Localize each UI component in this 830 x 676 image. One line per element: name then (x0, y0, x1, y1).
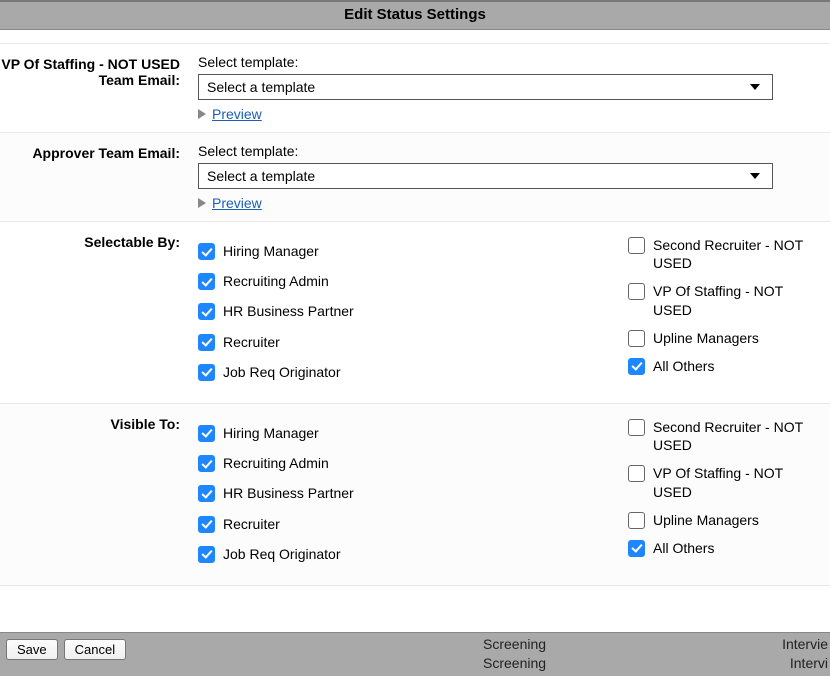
checkbox-label: Recruiting Admin (223, 454, 329, 472)
row-selectable-by: Selectable By: Hiring Manager Recruiting … (0, 222, 830, 404)
checkbox[interactable] (198, 455, 215, 472)
checkbox-label: Recruiter (223, 515, 280, 533)
template-select[interactable]: Select a template (198, 74, 773, 100)
visible-to-option: Job Req Originator (198, 545, 628, 563)
checkbox-label: Hiring Manager (223, 242, 319, 260)
spacer-row (0, 30, 830, 44)
checkbox-label: HR Business Partner (223, 484, 354, 502)
checkbox[interactable] (628, 283, 645, 300)
row-label: Visible To: (0, 414, 190, 575)
visible-to-option: Recruiting Admin (198, 454, 628, 472)
template-select-value: Select a template (207, 79, 315, 95)
selectable-by-option: HR Business Partner (198, 302, 628, 320)
selectable-by-option: Hiring Manager (198, 242, 628, 260)
save-button[interactable]: Save (6, 639, 58, 660)
checkbox[interactable] (198, 546, 215, 563)
selectable-by-option: Recruiter (198, 333, 628, 351)
checkbox[interactable] (628, 512, 645, 529)
checkbox[interactable] (628, 419, 645, 436)
background-text: Intervi (790, 655, 828, 671)
checkbox[interactable] (628, 358, 645, 375)
checkbox-label: VP Of Staffing - NOT USED (653, 464, 812, 500)
checkbox-label: Job Req Originator (223, 545, 341, 563)
checkbox-label: Upline Managers (653, 511, 759, 529)
checkbox-label: Upline Managers (653, 329, 759, 347)
checkbox[interactable] (198, 303, 215, 320)
template-select[interactable]: Select a template (198, 163, 773, 189)
expand-icon[interactable] (198, 109, 206, 119)
row-label: VP Of Staffing - NOT USED Team Email: (0, 54, 190, 122)
visible-to-option: Recruiter (198, 515, 628, 533)
selectable-by-option: Second Recruiter - NOT USED (628, 236, 812, 272)
row-vp-staffing-team-email: VP Of Staffing - NOT USED Team Email: Se… (0, 44, 830, 133)
checkbox-label: Second Recruiter - NOT USED (653, 418, 812, 454)
selectable-by-option: Upline Managers (628, 329, 812, 347)
checkbox[interactable] (198, 516, 215, 533)
checkbox[interactable] (628, 465, 645, 482)
checkbox-label: Job Req Originator (223, 363, 341, 381)
selectable-by-option: All Others (628, 357, 812, 375)
selectable-by-option: Recruiting Admin (198, 272, 628, 290)
cancel-button[interactable]: Cancel (64, 639, 126, 660)
background-text: Screening (483, 655, 546, 671)
selectable-by-option: VP Of Staffing - NOT USED (628, 282, 812, 318)
checkbox-label: Hiring Manager (223, 424, 319, 442)
chevron-down-icon (750, 173, 760, 179)
background-text: Screening (483, 636, 546, 652)
visible-to-option: HR Business Partner (198, 484, 628, 502)
visible-to-option: Hiring Manager (198, 424, 628, 442)
row-label: Approver Team Email: (0, 143, 190, 211)
chevron-down-icon (750, 84, 760, 90)
checkbox[interactable] (628, 237, 645, 254)
visible-to-option: VP Of Staffing - NOT USED (628, 464, 812, 500)
page-title: Edit Status Settings (0, 0, 830, 30)
preview-link[interactable]: Preview (212, 195, 262, 211)
checkbox-label: Recruiting Admin (223, 272, 329, 290)
checkbox[interactable] (198, 334, 215, 351)
checkbox-label: HR Business Partner (223, 302, 354, 320)
template-select-value: Select a template (207, 168, 315, 184)
checkbox[interactable] (198, 485, 215, 502)
expand-icon[interactable] (198, 198, 206, 208)
checkbox[interactable] (198, 273, 215, 290)
visible-to-option: All Others (628, 539, 812, 557)
checkbox-label: All Others (653, 539, 714, 557)
checkbox[interactable] (628, 540, 645, 557)
row-visible-to: Visible To: Hiring Manager Recruiting Adm… (0, 404, 830, 586)
checkbox-label: All Others (653, 357, 714, 375)
checkbox-label: Recruiter (223, 333, 280, 351)
background-text: Intervie (782, 636, 828, 652)
checkbox-label: VP Of Staffing - NOT USED (653, 282, 812, 318)
select-template-label: Select template: (198, 54, 812, 70)
footer-bar: Save Cancel Screening Intervie Screening… (0, 632, 830, 676)
checkbox-label: Second Recruiter - NOT USED (653, 236, 812, 272)
checkbox[interactable] (198, 364, 215, 381)
preview-link[interactable]: Preview (212, 106, 262, 122)
checkbox[interactable] (198, 425, 215, 442)
row-approver-team-email: Approver Team Email: Select template: Se… (0, 133, 830, 222)
visible-to-option: Second Recruiter - NOT USED (628, 418, 812, 454)
checkbox[interactable] (198, 243, 215, 260)
visible-to-option: Upline Managers (628, 511, 812, 529)
select-template-label: Select template: (198, 143, 812, 159)
selectable-by-option: Job Req Originator (198, 363, 628, 381)
row-label: Selectable By: (0, 232, 190, 393)
checkbox[interactable] (628, 330, 645, 347)
